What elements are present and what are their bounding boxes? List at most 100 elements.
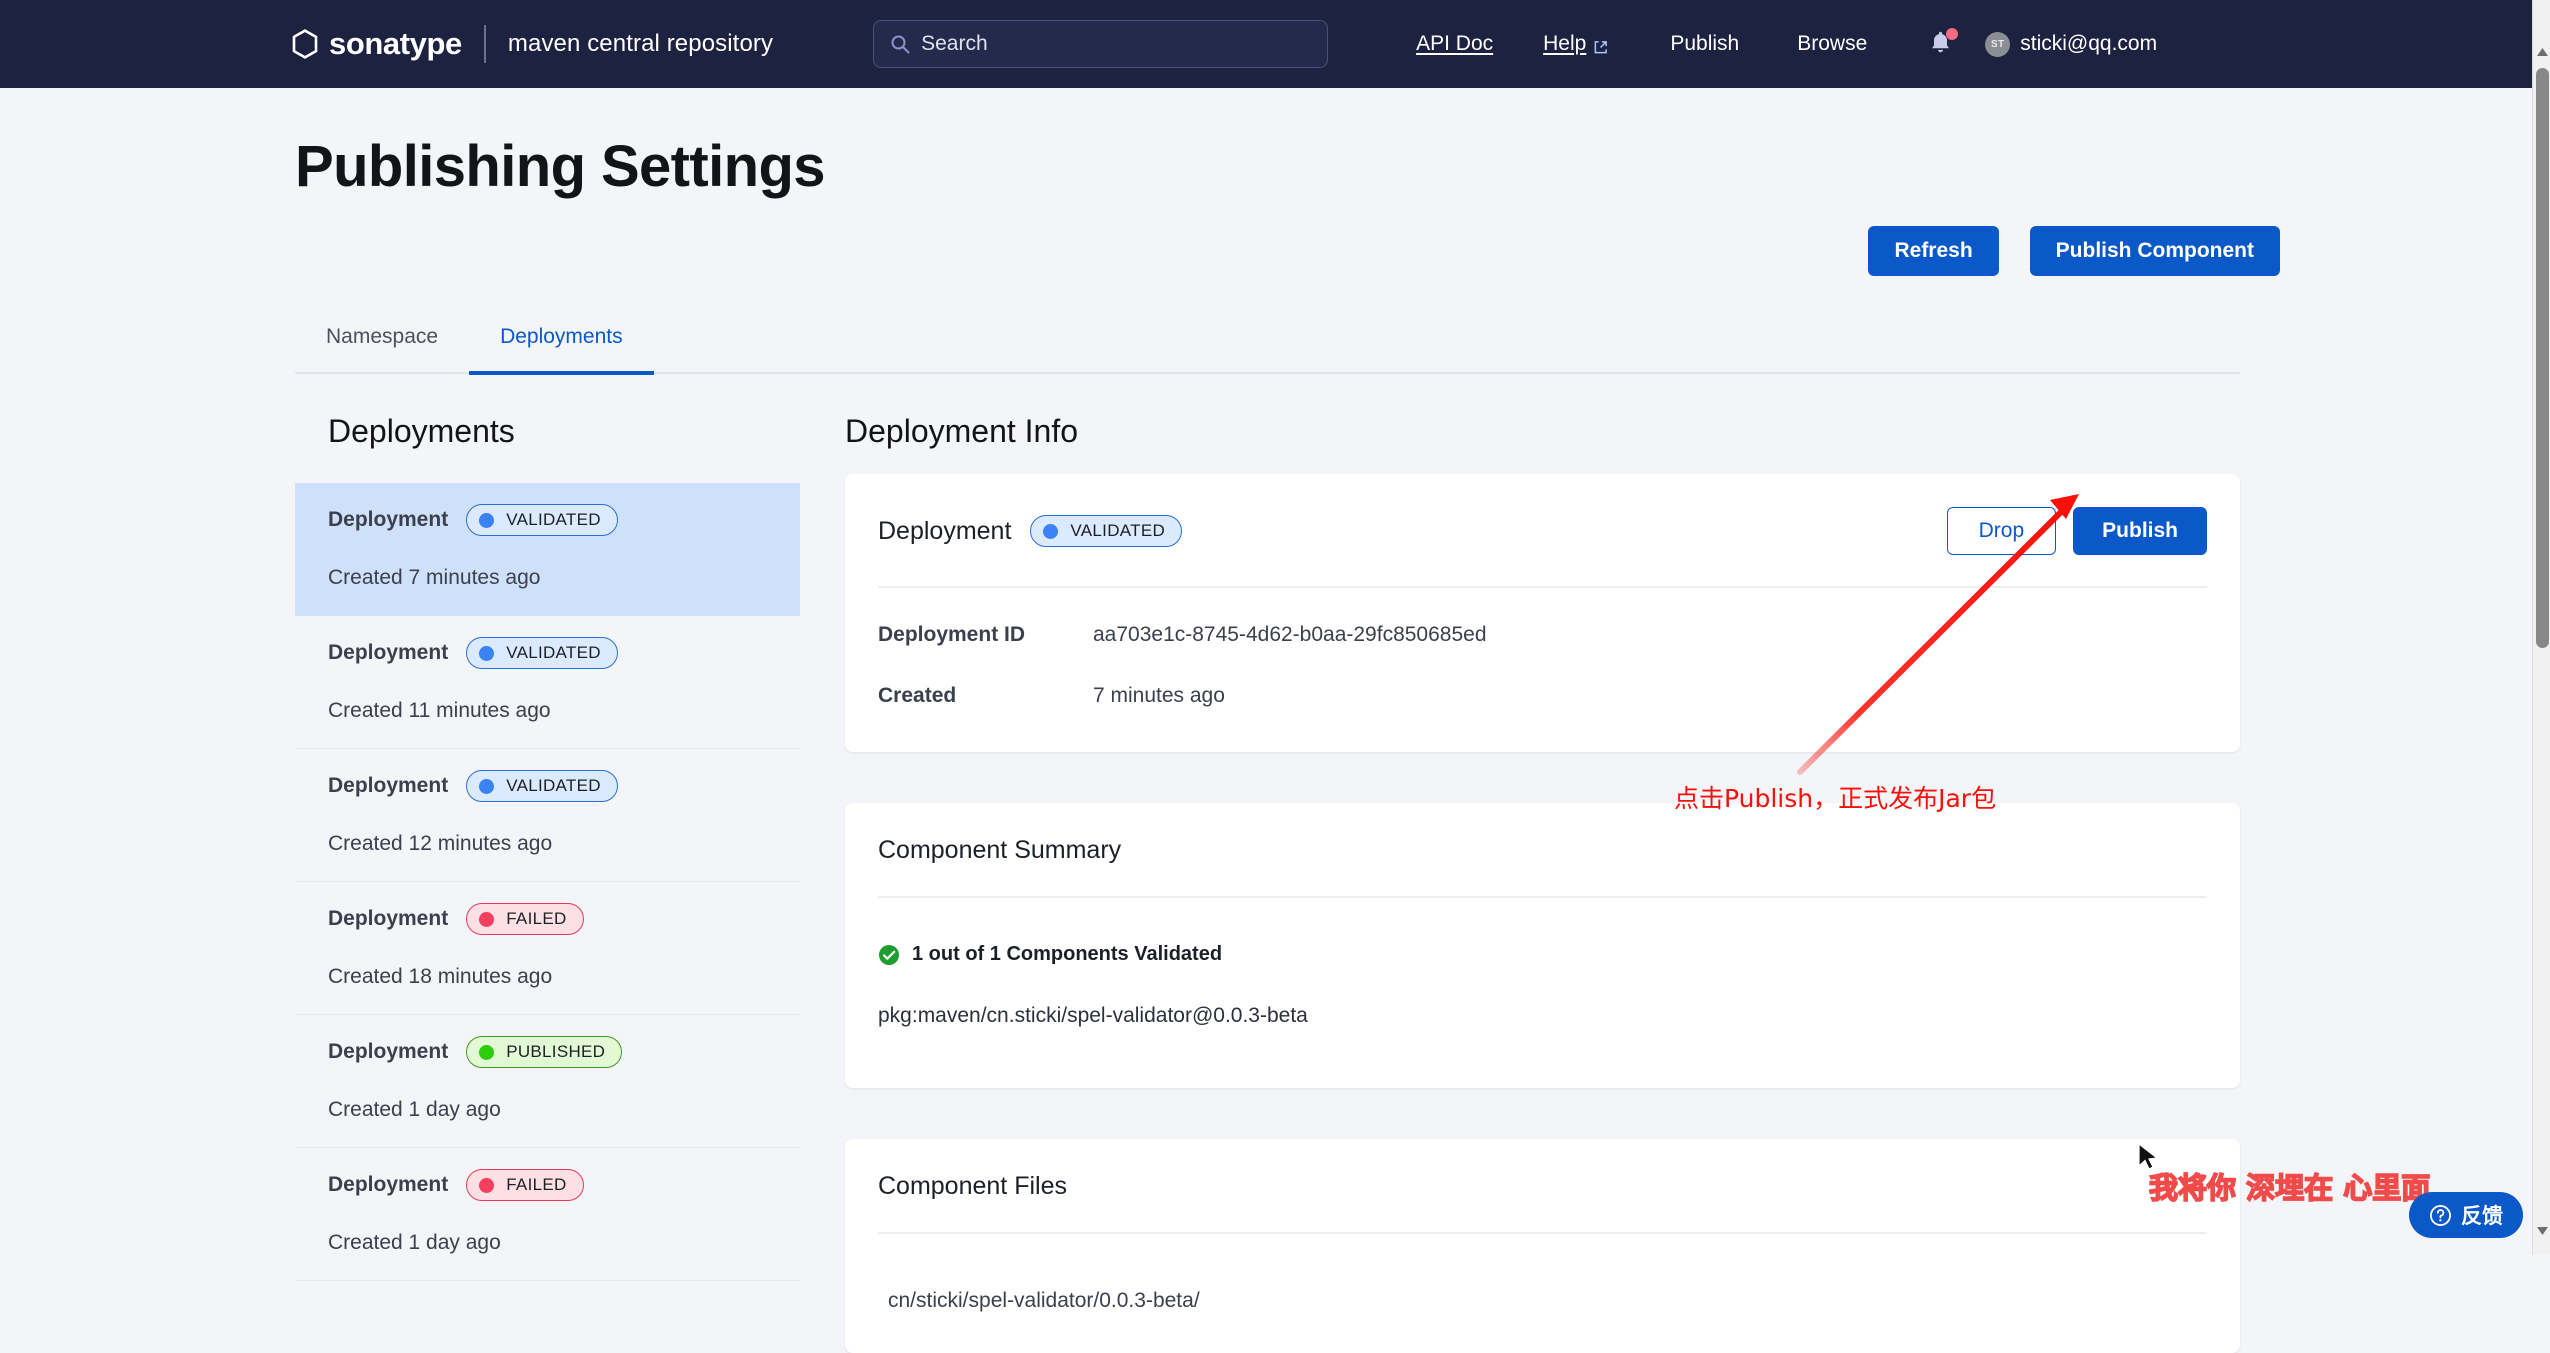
deployment-list-item-row: Deployment VALIDATED (328, 504, 767, 536)
component-purl: pkg:maven/cn.sticki/spel-validator@0.0.3… (878, 1004, 2207, 1028)
refresh-button[interactable]: Refresh (1868, 226, 1998, 276)
status-dot-icon (479, 1045, 494, 1060)
component-file-path[interactable]: cn/sticki/spel-validator/0.0.3-beta/ (878, 1289, 2207, 1313)
deployment-list-item[interactable]: Deployment FAILED Created 18 minutes ago (295, 882, 800, 1015)
deployment-created-label: Created 18 minutes ago (328, 965, 767, 989)
deployment-info-card: Deployment VALIDATED Drop Publish Deploy… (845, 474, 2240, 752)
scroll-down-arrow-icon[interactable] (2536, 1225, 2549, 1237)
deployments-heading: Deployments (295, 413, 800, 450)
deployment-list-item[interactable]: Deployment VALIDATED Created 7 minutes a… (295, 483, 800, 616)
component-files-header: Component Files (878, 1139, 2207, 1234)
deployment-list-item-label: Deployment (328, 641, 448, 665)
deployment-list-item[interactable]: Deployment VALIDATED Created 12 minutes … (295, 749, 800, 882)
deployment-card-body: Deployment ID aa703e1c-8745-4d62-b0aa-29… (878, 588, 2207, 752)
deployment-created-key: Created (878, 684, 1093, 708)
component-summary-body: 1 out of 1 Components Validated pkg:mave… (878, 898, 2207, 1088)
status-badge-label: VALIDATED (1070, 521, 1165, 541)
brand-block[interactable]: sonatype maven central repository (290, 25, 773, 63)
scroll-up-arrow-icon[interactable] (2536, 46, 2549, 58)
top-navigation-bar: sonatype maven central repository API Do… (0, 0, 2550, 88)
page-body: Publishing Settings Refresh Publish Comp… (0, 88, 2535, 1255)
deployment-list-item-label: Deployment (328, 508, 448, 532)
hexagon-logo-icon (290, 28, 320, 60)
page-header-actions: Refresh Publish Component (1868, 226, 2280, 276)
status-dot-icon (479, 646, 494, 661)
deployment-card-title: Deployment (878, 517, 1011, 546)
external-link-icon (1593, 37, 1608, 52)
component-files-title: Component Files (878, 1172, 1067, 1201)
status-badge: VALIDATED (466, 637, 618, 669)
page-title: Publishing Settings (295, 133, 825, 200)
deployment-created-label: Created 11 minutes ago (328, 699, 767, 723)
scrollbar-thumb[interactable] (2536, 68, 2549, 648)
avatar: ST (1985, 32, 2010, 57)
page-scrollbar[interactable] (2532, 0, 2550, 1255)
nav-link-browse[interactable]: Browse (1797, 32, 1867, 56)
publish-button[interactable]: Publish (2073, 507, 2207, 555)
status-badge-label: VALIDATED (506, 643, 601, 663)
deployment-card-actions: Drop Publish (1947, 507, 2207, 555)
deployment-detail-column: Deployment Info Deployment VALIDATED Dro… (845, 413, 2240, 1353)
drop-button[interactable]: Drop (1947, 507, 2057, 555)
feedback-button[interactable]: 反馈 (2409, 1192, 2523, 1238)
publish-component-button[interactable]: Publish Component (2030, 226, 2280, 276)
components-validated-label: 1 out of 1 Components Validated (912, 943, 1222, 966)
component-summary-card: Component Summary 1 out of 1 Components … (845, 803, 2240, 1088)
deployment-created-row: Created 7 minutes ago (878, 671, 2207, 708)
status-badge-label: PUBLISHED (506, 1042, 605, 1062)
deployment-list-item[interactable]: Deployment FAILED Created 1 day ago (295, 1148, 800, 1281)
status-dot-icon (1043, 524, 1058, 539)
user-menu[interactable]: ST sticki@qq.com (1985, 32, 2157, 57)
logo-wordmark: sonatype (329, 26, 462, 62)
feedback-button-label: 反馈 (2461, 1200, 2503, 1230)
deployment-info-heading: Deployment Info (845, 413, 2240, 450)
components-validated-line: 1 out of 1 Components Validated (878, 943, 2207, 966)
status-badge-label: VALIDATED (506, 776, 601, 796)
search-box[interactable] (873, 20, 1328, 68)
status-badge: VALIDATED (466, 770, 618, 802)
user-email-label: sticki@qq.com (2020, 32, 2157, 56)
question-circle-icon (2429, 1204, 2452, 1227)
tab-bar: Namespace Deployments (295, 325, 2240, 374)
nav-link-help-label: Help (1543, 32, 1586, 56)
bell-icon (1929, 44, 1952, 61)
status-dot-icon (479, 513, 494, 528)
deployment-list-item-row: Deployment FAILED (328, 1169, 767, 1201)
status-dot-icon (479, 912, 494, 927)
status-badge: FAILED (466, 903, 583, 935)
tab-namespace[interactable]: Namespace (295, 325, 469, 375)
status-dot-icon (479, 779, 494, 794)
deployment-list-item-label: Deployment (328, 907, 448, 931)
search-input[interactable] (921, 32, 1311, 56)
component-files-card: Component Files cn/sticki/spel-validator… (845, 1139, 2240, 1353)
nav-link-help[interactable]: Help (1543, 32, 1608, 56)
deployment-id-value: aa703e1c-8745-4d62-b0aa-29fc850685ed (1093, 623, 1487, 647)
deployment-list-item[interactable]: Deployment VALIDATED Created 11 minutes … (295, 616, 800, 749)
component-files-body: cn/sticki/spel-validator/0.0.3-beta/ (878, 1234, 2207, 1353)
notification-badge (1946, 28, 1958, 40)
deployment-list-item-row: Deployment PUBLISHED (328, 1036, 767, 1068)
deployment-list-item-row: Deployment VALIDATED (328, 770, 767, 802)
status-dot-icon (479, 1178, 494, 1193)
status-badge-label: VALIDATED (506, 510, 601, 530)
status-badge: VALIDATED (1030, 515, 1182, 547)
nav-link-publish[interactable]: Publish (1670, 32, 1739, 56)
deployment-list-item[interactable]: Deployment PUBLISHED Created 1 day ago (295, 1015, 800, 1148)
deployment-created-label: Created 12 minutes ago (328, 832, 767, 856)
deployment-created-label: Created 1 day ago (328, 1231, 767, 1255)
deployments-list-panel: Deployments Deployment VALIDATED Created… (295, 413, 800, 1281)
status-badge: PUBLISHED (466, 1036, 622, 1068)
deployment-id-key: Deployment ID (878, 623, 1093, 647)
deployment-list-item-row: Deployment FAILED (328, 903, 767, 935)
status-badge-label: FAILED (506, 909, 566, 929)
brand-subtitle: maven central repository (508, 30, 773, 58)
notifications-button[interactable] (1929, 29, 1955, 59)
status-badge: FAILED (466, 1169, 583, 1201)
deployment-list-item-label: Deployment (328, 1173, 448, 1197)
nav-link-api-doc[interactable]: API Doc (1416, 32, 1493, 56)
deployment-list-item-label: Deployment (328, 774, 448, 798)
deployment-created-value: 7 minutes ago (1093, 684, 1225, 708)
component-summary-header: Component Summary (878, 803, 2207, 898)
tab-deployments[interactable]: Deployments (469, 325, 654, 375)
search-icon (890, 34, 910, 54)
